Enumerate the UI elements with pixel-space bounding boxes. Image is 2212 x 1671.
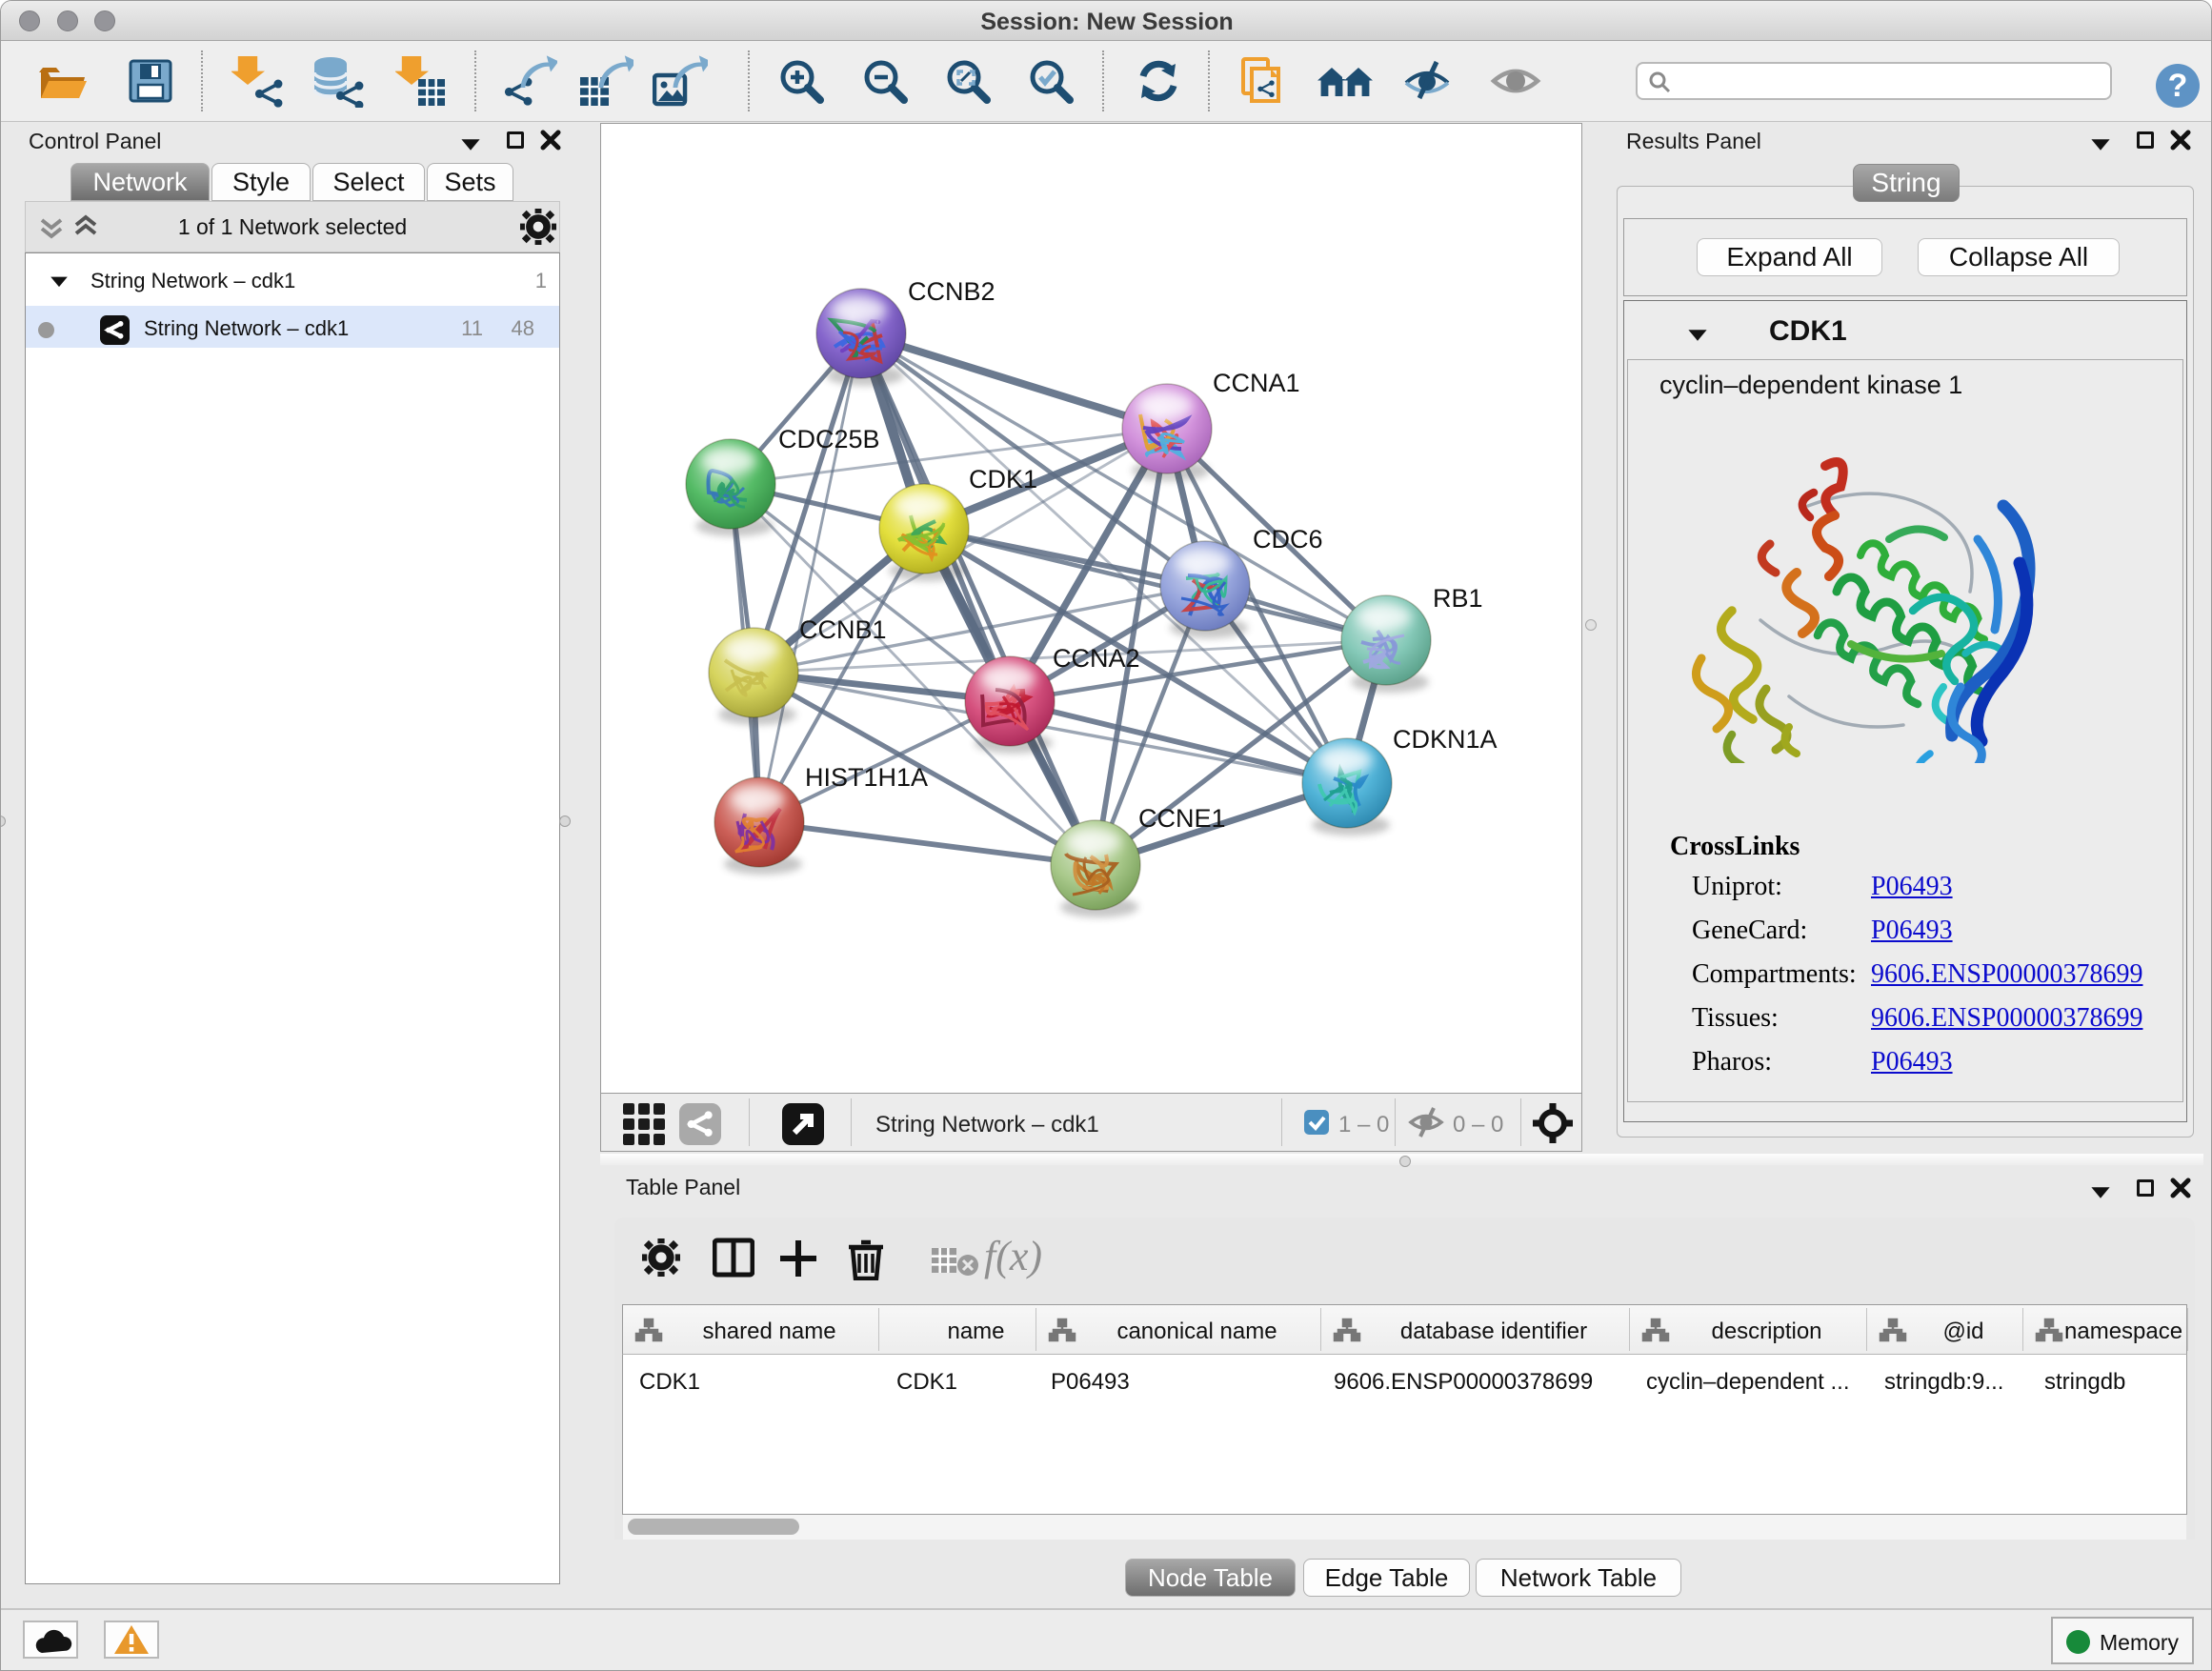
svg-text:CCNB1: CCNB1	[799, 615, 887, 644]
svg-text:CDK1: CDK1	[969, 465, 1037, 493]
svg-text:CDC25B: CDC25B	[778, 425, 880, 453]
svg-text:RB1: RB1	[1433, 584, 1483, 613]
svg-text:CDC6: CDC6	[1253, 525, 1323, 554]
svg-text:CDKN1A: CDKN1A	[1393, 725, 1498, 754]
svg-text:CCNB2: CCNB2	[908, 277, 995, 306]
svg-text:?: ?	[2168, 68, 2188, 104]
svg-text:CCNE1: CCNE1	[1138, 804, 1226, 833]
svg-text:CCNA2: CCNA2	[1053, 644, 1140, 673]
svg-text:HIST1H1A: HIST1H1A	[805, 763, 928, 792]
svg-text:CCNA1: CCNA1	[1213, 369, 1300, 397]
